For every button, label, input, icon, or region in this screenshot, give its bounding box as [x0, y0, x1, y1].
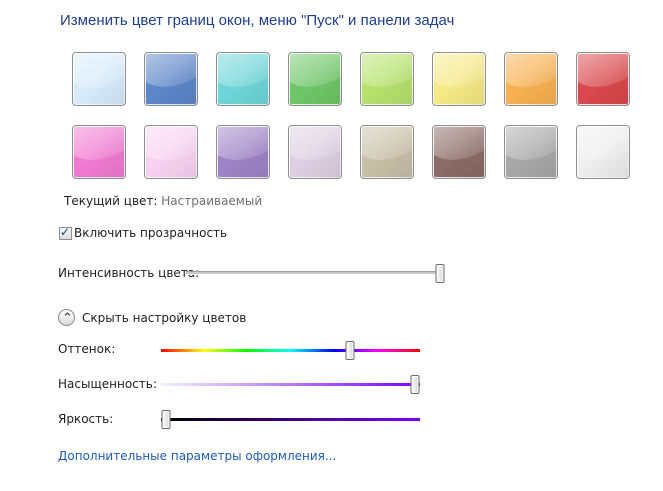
hue-slider-thumb[interactable] [345, 341, 355, 360]
color-swatch-blush[interactable] [144, 125, 198, 179]
transparency-checkbox[interactable]: ✓ [59, 225, 72, 240]
advanced-appearance-link[interactable]: Дополнительные параметры оформления... [58, 449, 336, 463]
saturation-track[interactable] [161, 383, 420, 386]
color-swatch-frost[interactable] [576, 125, 630, 179]
hue-track[interactable] [161, 349, 420, 352]
saturation-slider-thumb[interactable] [410, 375, 420, 394]
saturation-label: Насыщенность: [58, 377, 157, 391]
hue-label: Оттенок: [58, 342, 116, 356]
color-swatch-pale-yellow[interactable] [432, 52, 486, 106]
color-swatch-chocolate[interactable] [432, 125, 486, 179]
intensity-track[interactable] [186, 271, 441, 275]
color-swatch-ruby[interactable] [576, 52, 630, 106]
color-swatch-sea[interactable] [216, 52, 270, 106]
color-swatch-sky[interactable] [72, 52, 126, 106]
color-swatch-taupe[interactable] [360, 125, 414, 179]
current-color-value: Настраиваемый [161, 194, 263, 208]
checkmark-icon: ✓ [60, 225, 71, 239]
intensity-label: Интенсивность цвета: [58, 266, 200, 280]
hide-color-mixer-label[interactable]: Скрыть настройку цветов [82, 311, 246, 325]
brightness-track[interactable] [161, 418, 420, 421]
brightness-label: Яркость: [58, 412, 114, 426]
page-title: Изменить цвет границ окон, меню "Пуск" и… [60, 12, 455, 29]
current-color-row: Текущий цвет: Настраиваемый [64, 194, 262, 208]
color-swatch-twilight[interactable] [144, 52, 198, 106]
color-swatch-leaf[interactable] [288, 52, 342, 106]
hide-color-mixer-button[interactable]: ⌃ [58, 309, 75, 326]
color-swatch-slate[interactable] [504, 125, 558, 179]
color-swatch-lavender[interactable] [288, 125, 342, 179]
color-swatch-pumpkin[interactable] [504, 52, 558, 106]
current-color-label: Текущий цвет: [64, 194, 158, 208]
transparency-label[interactable]: Включить прозрачность [74, 226, 227, 240]
color-swatch-fuchsia[interactable] [72, 125, 126, 179]
color-swatch-lime[interactable] [360, 52, 414, 106]
intensity-slider-thumb[interactable] [435, 264, 445, 283]
brightness-slider-thumb[interactable] [161, 410, 171, 429]
chevron-up-icon: ⌃ [62, 311, 73, 326]
color-swatch-violet[interactable] [216, 125, 270, 179]
